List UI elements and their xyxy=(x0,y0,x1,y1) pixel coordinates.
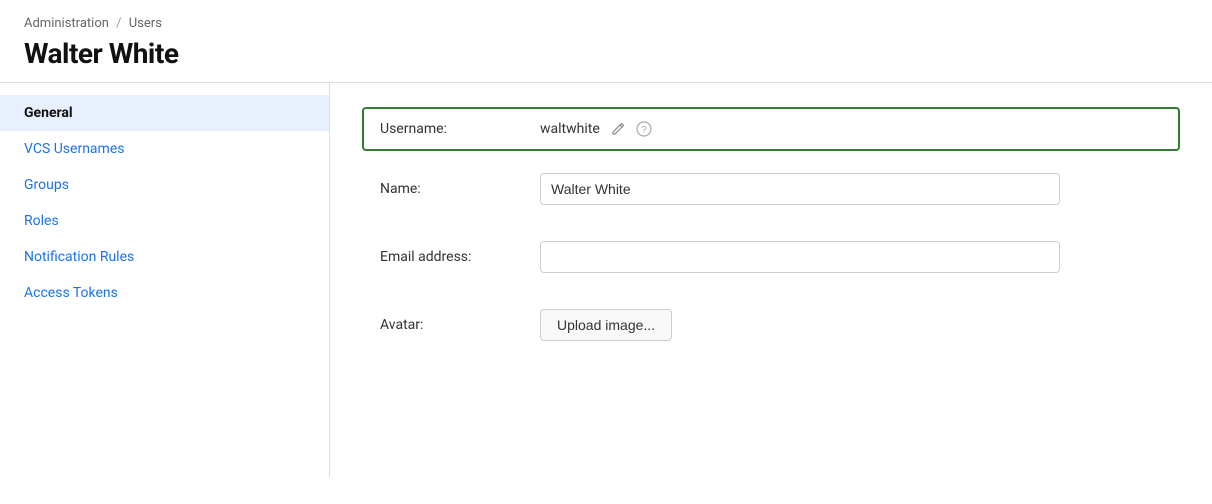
breadcrumb-admin: Administration xyxy=(24,16,109,31)
name-row: Name: xyxy=(362,159,1180,219)
sidebar: GeneralVCS UsernamesGroupsRolesNotificat… xyxy=(0,83,330,477)
page-header: Administration / Users Walter White xyxy=(0,0,1212,83)
username-value: waltwhite xyxy=(540,121,600,137)
content-area: GeneralVCS UsernamesGroupsRolesNotificat… xyxy=(0,83,1212,477)
breadcrumb-users: Users xyxy=(129,16,162,31)
username-label: Username: xyxy=(380,121,540,137)
sidebar-item-notification-rules[interactable]: Notification Rules xyxy=(0,239,329,275)
upload-image-button[interactable]: Upload image... xyxy=(540,309,672,341)
email-input[interactable] xyxy=(540,241,1060,273)
main-content: Username: waltwhite ? Nam xyxy=(330,83,1212,477)
username-row: Username: waltwhite ? xyxy=(362,107,1180,151)
sidebar-item-vcs-usernames[interactable]: VCS Usernames xyxy=(0,131,329,167)
avatar-label: Avatar: xyxy=(380,317,540,333)
username-value-group: waltwhite ? xyxy=(540,121,652,137)
page-title: Walter White xyxy=(24,37,1188,70)
sidebar-item-groups[interactable]: Groups xyxy=(0,167,329,203)
sidebar-item-roles[interactable]: Roles xyxy=(0,203,329,239)
breadcrumb-separator: / xyxy=(116,16,121,31)
breadcrumb: Administration / Users xyxy=(24,16,1188,31)
name-label: Name: xyxy=(380,181,540,197)
email-row: Email address: xyxy=(362,227,1180,287)
help-icon[interactable]: ? xyxy=(636,121,652,137)
avatar-row: Avatar: Upload image... xyxy=(362,295,1180,355)
name-input[interactable] xyxy=(540,173,1060,205)
edit-icon[interactable] xyxy=(610,121,626,137)
sidebar-item-access-tokens[interactable]: Access Tokens xyxy=(0,275,329,311)
svg-text:?: ? xyxy=(641,125,647,136)
sidebar-item-general[interactable]: General xyxy=(0,95,329,131)
email-label: Email address: xyxy=(380,249,540,265)
